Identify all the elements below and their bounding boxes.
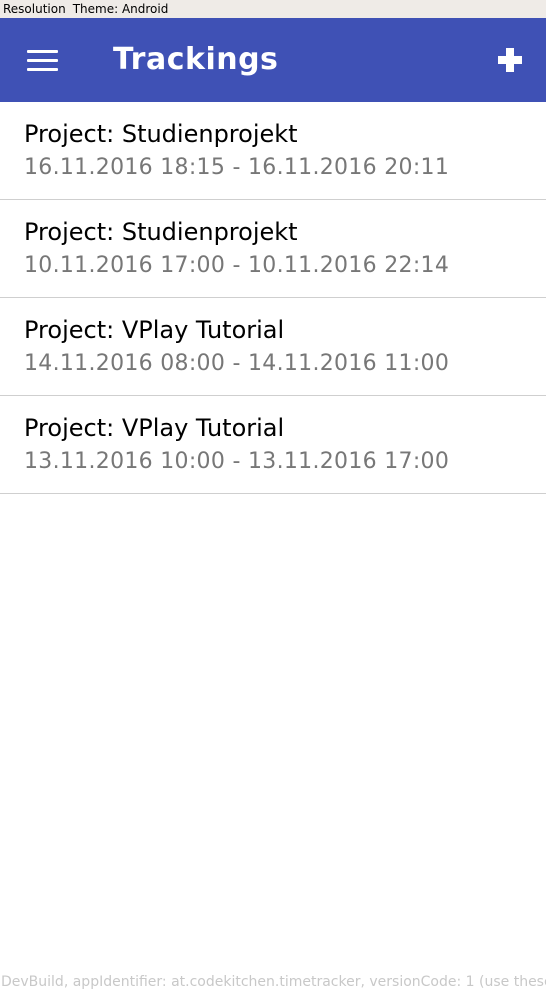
menu-resolution[interactable]: Resolution [3, 2, 66, 16]
tracking-project: Project: Studienprojekt [24, 120, 298, 148]
dev-build-footer: DevBuild, appIdentifier: at.codekitchen.… [1, 974, 546, 990]
tracking-project: Project: Studienprojekt [24, 218, 298, 246]
page-title: Trackings [113, 42, 279, 77]
tracking-time-range: 14.11.2016 08:00 - 14.11.2016 11:00 [24, 351, 450, 376]
tracking-time-range: 16.11.2016 18:15 - 16.11.2016 20:11 [24, 155, 450, 180]
tracking-time-range: 13.11.2016 10:00 - 13.11.2016 17:00 [24, 449, 450, 474]
menu-theme[interactable]: Theme: Android [73, 2, 169, 16]
list-item[interactable]: Project: VPlay Tutorial 13.11.2016 10:00… [0, 396, 546, 494]
list-item[interactable]: Project: Studienprojekt 16.11.2016 18:15… [0, 102, 546, 200]
list-item[interactable]: Project: VPlay Tutorial 14.11.2016 08:00… [0, 298, 546, 396]
top-menubar: Resolution Theme: Android [0, 0, 546, 18]
hamburger-menu-icon[interactable] [27, 50, 58, 72]
add-tracking-button[interactable] [493, 43, 527, 77]
plus-icon [498, 48, 522, 72]
app-bar: Trackings [0, 18, 546, 102]
trackings-list: Project: Studienprojekt 16.11.2016 18:15… [0, 102, 546, 494]
tracking-time-range: 10.11.2016 17:00 - 10.11.2016 22:14 [24, 253, 450, 278]
tracking-project: Project: VPlay Tutorial [24, 414, 285, 442]
list-item[interactable]: Project: Studienprojekt 10.11.2016 17:00… [0, 200, 546, 298]
tracking-project: Project: VPlay Tutorial [24, 316, 285, 344]
